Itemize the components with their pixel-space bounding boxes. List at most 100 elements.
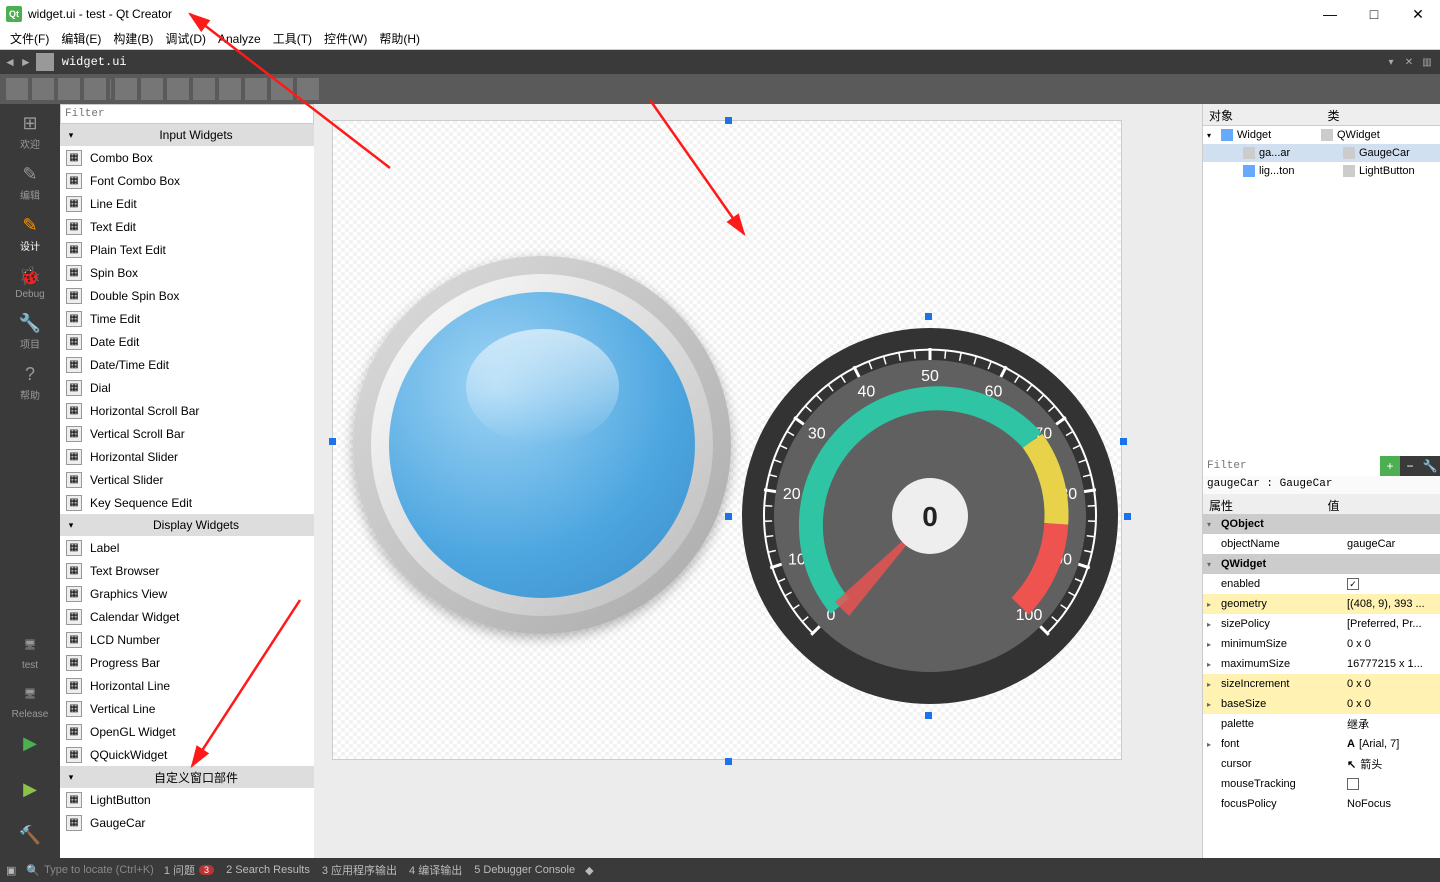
widget-item[interactable]: ▦Label xyxy=(60,536,314,559)
widget-item[interactable]: ▦Time Edit xyxy=(60,307,314,330)
widget-item[interactable]: ▦Dial xyxy=(60,376,314,399)
add-property-icon[interactable]: + xyxy=(1380,456,1400,476)
run-button[interactable]: ▶ xyxy=(17,730,43,756)
property-row[interactable]: ▸minimumSize0 x 0 xyxy=(1203,634,1440,654)
output-dropdown-icon[interactable]: ◆ xyxy=(585,864,593,877)
menu-item[interactable]: 文件(F) xyxy=(6,28,53,49)
object-row[interactable]: ga...arGaugeCar xyxy=(1203,144,1440,162)
widget-item[interactable]: ▦Vertical Slider xyxy=(60,468,314,491)
locator-input[interactable]: Type to locate (Ctrl+K) xyxy=(44,864,154,876)
property-menu-icon[interactable]: 🔧 xyxy=(1420,456,1440,476)
layout-form[interactable] xyxy=(245,78,267,100)
output-pane-2[interactable]: 2 Search Results xyxy=(226,862,310,878)
layout-v[interactable] xyxy=(141,78,163,100)
widget-item[interactable]: ▦Line Edit xyxy=(60,192,314,215)
widget-group[interactable]: ▾自定义窗口部件 xyxy=(60,766,314,788)
tool-signals[interactable] xyxy=(32,78,54,100)
widget-item[interactable]: ▦Text Edit xyxy=(60,215,314,238)
tool-taborder[interactable] xyxy=(84,78,106,100)
output-pane-4[interactable]: 4 编译输出 xyxy=(409,862,462,878)
property-group[interactable]: ▾QWidget xyxy=(1203,554,1440,574)
property-row[interactable]: ▸geometry[(408, 9), 393 ... xyxy=(1203,594,1440,614)
handle-s[interactable] xyxy=(925,712,932,719)
object-row[interactable]: lig...tonLightButton xyxy=(1203,162,1440,180)
tab-close-icon[interactable]: ✕ xyxy=(1402,55,1416,69)
close-button[interactable]: ✕ xyxy=(1396,0,1440,28)
property-row[interactable]: ▸maximumSize16777215 x 1... xyxy=(1203,654,1440,674)
mode-欢迎[interactable]: ⊞欢迎 xyxy=(8,110,52,151)
handle-s[interactable] xyxy=(725,758,732,765)
widget-item[interactable]: ▦Spin Box xyxy=(60,261,314,284)
layout-adjust[interactable] xyxy=(297,78,319,100)
maximize-button[interactable]: □ xyxy=(1352,0,1396,28)
widget-item[interactable]: ▦Date Edit xyxy=(60,330,314,353)
back-icon[interactable]: ◄ xyxy=(4,55,16,69)
mode-设计[interactable]: ✎设计 xyxy=(8,212,52,253)
widget-item[interactable]: ▦Horizontal Slider xyxy=(60,445,314,468)
widget-item[interactable]: ▦Font Combo Box xyxy=(60,169,314,192)
widget-item[interactable]: ▦Vertical Line xyxy=(60,697,314,720)
checkbox[interactable] xyxy=(1347,778,1359,790)
mode-编辑[interactable]: ✎编辑 xyxy=(8,161,52,202)
widget-item[interactable]: ▦Date/Time Edit xyxy=(60,353,314,376)
build-button[interactable]: 🔨 xyxy=(17,822,43,848)
property-row[interactable]: focusPolicyNoFocus xyxy=(1203,794,1440,814)
widget-item[interactable]: ▦Graphics View xyxy=(60,582,314,605)
widget-group[interactable]: ▾Input Widgets xyxy=(60,124,314,146)
property-editor[interactable]: ▾QObjectobjectNamegaugeCar▾QWidgetenable… xyxy=(1203,514,1440,858)
widget-item[interactable]: ▦LCD Number xyxy=(60,628,314,651)
property-group[interactable]: ▾QObject xyxy=(1203,514,1440,534)
build-config[interactable]: 🖥Release xyxy=(8,681,52,720)
property-row[interactable]: objectNamegaugeCar xyxy=(1203,534,1440,554)
minimize-button[interactable]: — xyxy=(1308,0,1352,28)
widget-item[interactable]: ▦Vertical Scroll Bar xyxy=(60,422,314,445)
layout-grid[interactable] xyxy=(219,78,241,100)
output-pane-5[interactable]: 5 Debugger Console xyxy=(474,862,575,878)
debug-run-button[interactable]: ▶ xyxy=(17,776,43,802)
menu-item[interactable]: 构建(B) xyxy=(109,28,157,49)
object-inspector[interactable]: ▾WidgetQWidgetga...arGaugeCarlig...tonLi… xyxy=(1203,126,1440,456)
mode-帮助[interactable]: ?帮助 xyxy=(8,361,52,402)
remove-property-icon[interactable]: − xyxy=(1400,456,1420,476)
property-row[interactable]: ▸fontA [Arial, 7] xyxy=(1203,734,1440,754)
layout-break[interactable] xyxy=(271,78,293,100)
widget-item[interactable]: ▦Horizontal Line xyxy=(60,674,314,697)
widget-item[interactable]: ▦Double Spin Box xyxy=(60,284,314,307)
widget-filter-input[interactable] xyxy=(60,104,314,124)
tool-buddies[interactable] xyxy=(58,78,80,100)
widget-item[interactable]: ▦LightButton xyxy=(60,788,314,811)
widget-item[interactable]: ▦Text Browser xyxy=(60,559,314,582)
widget-item[interactable]: ▦QQuickWidget xyxy=(60,743,314,766)
property-row[interactable]: ▸sizeIncrement0 x 0 xyxy=(1203,674,1440,694)
search-icon[interactable]: 🔍 xyxy=(26,864,40,877)
widget-item[interactable]: ▦Key Sequence Edit xyxy=(60,491,314,514)
property-row[interactable]: ▸sizePolicy[Preferred, Pr... xyxy=(1203,614,1440,634)
widget-item[interactable]: ▦Plain Text Edit xyxy=(60,238,314,261)
tab-split-icon[interactable]: ▥ xyxy=(1420,55,1434,69)
layout-vsplit[interactable] xyxy=(193,78,215,100)
form-widget[interactable]: 0102030405060708090100 0 xyxy=(332,120,1122,760)
widget-item[interactable]: ▦Horizontal Scroll Bar xyxy=(60,399,314,422)
output-pane-3[interactable]: 3 应用程序输出 xyxy=(322,862,397,878)
handle-e[interactable] xyxy=(1124,513,1131,520)
property-row[interactable]: ▸baseSize0 x 0 xyxy=(1203,694,1440,714)
menu-item[interactable]: 工具(T) xyxy=(269,28,316,49)
tool-edit-widgets[interactable] xyxy=(6,78,28,100)
property-filter-input[interactable] xyxy=(1203,456,1380,476)
mode-项目[interactable]: 🔧项目 xyxy=(8,310,52,351)
menu-item[interactable]: 帮助(H) xyxy=(375,28,424,49)
widget-group[interactable]: ▾Display Widgets xyxy=(60,514,314,536)
widget-item[interactable]: ▦OpenGL Widget xyxy=(60,720,314,743)
checkbox[interactable]: ✓ xyxy=(1347,578,1359,590)
design-canvas-area[interactable]: 0102030405060708090100 0 xyxy=(314,104,1202,858)
mode-Debug[interactable]: 🐞Debug xyxy=(8,263,52,300)
toggle-sidebar-icon[interactable]: ▣ xyxy=(6,864,16,877)
layout-h[interactable] xyxy=(115,78,137,100)
menu-item[interactable]: 控件(W) xyxy=(320,28,371,49)
object-row[interactable]: ▾WidgetQWidget xyxy=(1203,126,1440,144)
property-row[interactable]: enabled✓ xyxy=(1203,574,1440,594)
output-pane-1[interactable]: 1 问题 3 xyxy=(164,862,214,878)
widget-item[interactable]: ▦Combo Box xyxy=(60,146,314,169)
kit-selector[interactable]: 🖥test xyxy=(8,632,52,671)
handle-w[interactable] xyxy=(329,438,336,445)
